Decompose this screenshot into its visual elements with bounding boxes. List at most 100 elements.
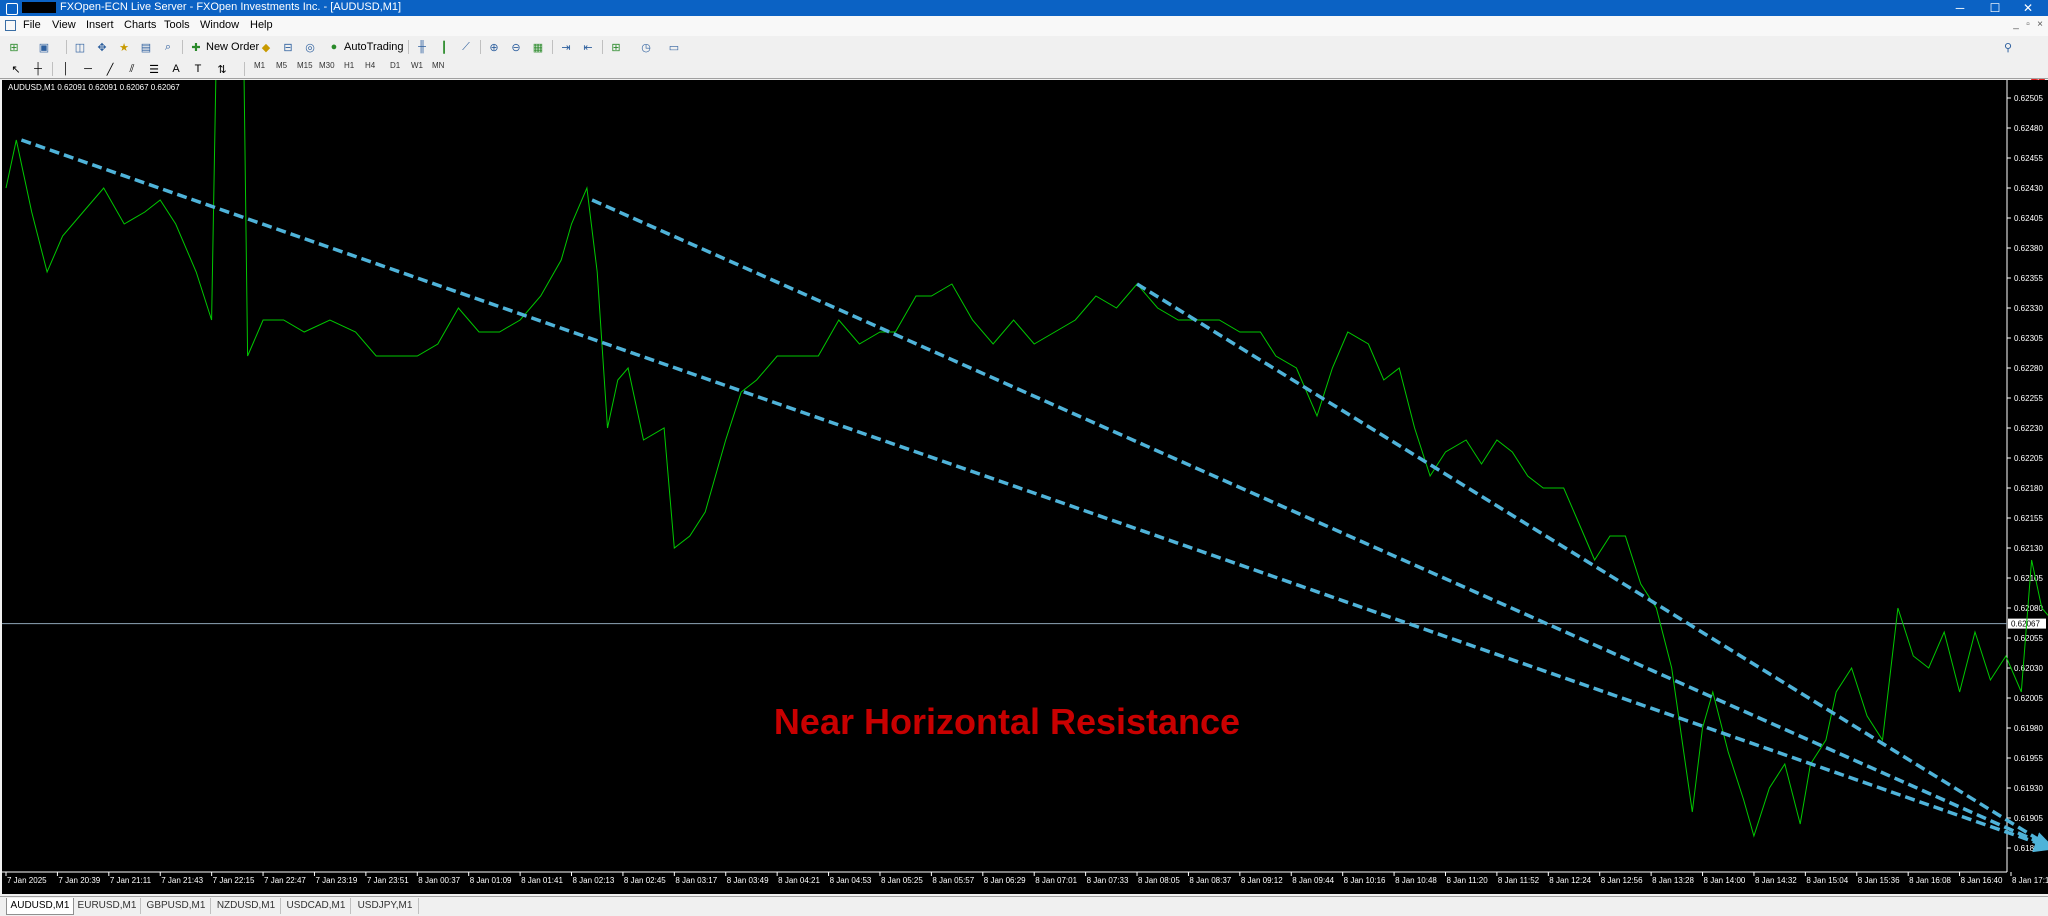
cursor-icon[interactable]: ↖ (8, 61, 24, 77)
line-chart-icon[interactable]: ⟋ (458, 39, 474, 55)
profiles-icon[interactable]: ▣ (36, 39, 52, 55)
y-tick-label: 0.62280 (2014, 364, 2043, 373)
mdi-restore-button[interactable]: ▫ (2022, 19, 2034, 30)
tile-windows-icon[interactable]: ▦ (530, 39, 546, 55)
autotrading-icon[interactable]: ● (326, 39, 342, 55)
terminal-icon[interactable]: ▤ (138, 39, 154, 55)
tab-gbpusd[interactable]: GBPUSD,M1 (142, 898, 211, 914)
y-tick-label: 0.62030 (2014, 664, 2043, 673)
timeframe-m30[interactable]: M30 (319, 61, 335, 70)
menu-tools[interactable]: Tools (162, 19, 192, 31)
new-order-button[interactable]: New Order (206, 39, 259, 55)
mdi-minimize-button[interactable]: _ (2010, 19, 2022, 30)
close-button[interactable]: ✕ (2008, 0, 2048, 16)
text-icon[interactable]: A (168, 61, 184, 77)
menu-help[interactable]: Help (248, 19, 275, 31)
new-chart-icon[interactable]: ⊞ (6, 39, 22, 55)
standard-toolbar: ⊞ ▣ ◫ ✥ ★ ▤ ⌕ ✚ New Order ◆ ⊟ ◎ ● AutoTr… (0, 36, 2048, 88)
timeframe-w1[interactable]: W1 (411, 61, 423, 70)
bar-chart-icon[interactable]: ╫ (414, 39, 430, 55)
timeframe-mn[interactable]: MN (432, 61, 444, 70)
search-icon[interactable]: ⚲ (2000, 39, 2016, 55)
chart-shift-icon[interactable]: ⇤ (580, 39, 596, 55)
x-tick-label: 7 Jan 21:11 (110, 876, 152, 885)
tab-usdcad[interactable]: USDCAD,M1 (282, 898, 351, 914)
vertical-line-icon[interactable]: │ (58, 61, 74, 77)
price-chart[interactable]: AUDUSD,M1 0.62091 0.62091 0.62067 0.6206… (2, 80, 2048, 894)
zoom-in-icon[interactable]: ⊕ (486, 39, 502, 55)
navigator-icon[interactable]: ★ (116, 39, 132, 55)
indicators-icon[interactable]: ⊞ (608, 39, 624, 55)
fibonacci-icon[interactable]: ☰ (146, 61, 162, 77)
y-tick-label: 0.62080 (2014, 604, 2043, 613)
chart-window-icon[interactable] (5, 20, 16, 31)
timeframe-h1[interactable]: H1 (344, 61, 354, 70)
candlestick-icon[interactable]: ┃ (436, 39, 452, 55)
chart-canvas[interactable]: 0.62505 0.62480 0.62455 0.62430 0.62405 0.623… (2, 80, 2048, 894)
title-bar: FXOpen-ECN Live Server - FXOpen Investme… (0, 0, 2048, 16)
periods-icon[interactable]: ◷ (638, 39, 654, 55)
toolbar-separator (480, 40, 481, 54)
menu-view[interactable]: View (50, 19, 78, 31)
signals-icon[interactable]: ◎ (302, 39, 318, 55)
text-label-icon[interactable]: T (190, 61, 206, 77)
auto-scroll-icon[interactable]: ⇥ (558, 39, 574, 55)
crosshair-icon[interactable]: ┼ (30, 61, 46, 77)
timeframe-m1[interactable]: M1 (254, 61, 265, 70)
x-tick-label: 8 Jan 15:04 (1806, 876, 1848, 885)
minimize-button[interactable]: ─ (1940, 0, 1980, 16)
timeframe-m5[interactable]: M5 (276, 61, 287, 70)
tab-eurusd[interactable]: EURUSD,M1 (74, 898, 141, 914)
y-tick-label: 0.62305 (2014, 334, 2043, 343)
app-icon (6, 3, 18, 15)
arrows-icon[interactable]: ⇅ (214, 61, 230, 77)
equidistant-channel-icon[interactable]: ⫽ (124, 61, 140, 77)
y-tick-label: 0.62155 (2014, 514, 2043, 523)
timeframe-m15[interactable]: M15 (297, 61, 313, 70)
x-tick-label: 8 Jan 17:12 (2012, 876, 2048, 885)
menu-charts[interactable]: Charts (122, 19, 158, 31)
trendline (1136, 282, 2048, 848)
templates-icon[interactable]: ▭ (666, 39, 682, 55)
metaeditor-icon[interactable]: ◆ (258, 39, 274, 55)
timeframe-h4[interactable]: H4 (365, 61, 375, 70)
x-tick-label: 8 Jan 08:05 (1138, 876, 1180, 885)
y-tick-label: 0.61880 (2014, 844, 2043, 853)
trendline (591, 198, 2048, 849)
strategy-tester-icon[interactable]: ⌕ (160, 39, 176, 55)
x-tick-label: 7 Jan 22:15 (213, 876, 255, 885)
tab-audusd[interactable]: AUDUSD,M1 (6, 898, 74, 915)
x-tick-label: 7 Jan 20:39 (58, 876, 100, 885)
x-tick-label: 8 Jan 05:57 (932, 876, 974, 885)
horizontal-line-icon[interactable]: ─ (80, 61, 96, 77)
menu-window[interactable]: Window (198, 19, 241, 31)
x-tick-label: 8 Jan 11:20 (1446, 876, 1488, 885)
menu-insert[interactable]: Insert (84, 19, 116, 31)
market-watch-icon[interactable]: ◫ (72, 39, 88, 55)
new-order-icon[interactable]: ✚ (188, 39, 204, 55)
trendline-icon[interactable]: ╱ (102, 61, 118, 77)
menu-file[interactable]: File (21, 19, 43, 31)
tab-usdjpy[interactable]: USDJPY,M1 (352, 898, 419, 914)
toolbar-separator (244, 62, 245, 76)
window-title: FXOpen-ECN Live Server - FXOpen Investme… (60, 1, 402, 13)
timeframe-d1[interactable]: D1 (390, 61, 400, 70)
x-tick-label: 7 Jan 23:51 (367, 876, 409, 885)
zoom-out-icon[interactable]: ⊖ (508, 39, 524, 55)
y-tick-label: 0.62505 (2014, 94, 2043, 103)
x-tick-label: 8 Jan 04:21 (778, 876, 820, 885)
y-tick-label: 0.62455 (2014, 154, 2043, 163)
y-tick-label: 0.61930 (2014, 784, 2043, 793)
x-tick-label: 8 Jan 09:12 (1241, 876, 1283, 885)
y-tick-label: 0.62105 (2014, 574, 2043, 583)
tab-nzdusd[interactable]: NZDUSD,M1 (212, 898, 281, 914)
mdi-close-button[interactable]: × (2034, 19, 2046, 30)
x-tick-label: 8 Jan 12:24 (1549, 876, 1591, 885)
market-icon[interactable]: ⊟ (280, 39, 296, 55)
y-tick-label: 0.62130 (2014, 544, 2043, 553)
x-tick-label: 8 Jan 16:08 (1909, 876, 1951, 885)
autotrading-button[interactable]: AutoTrading (344, 39, 404, 55)
x-tick-label: 8 Jan 10:48 (1395, 876, 1437, 885)
account-redacted (22, 2, 56, 13)
data-window-icon[interactable]: ✥ (94, 39, 110, 55)
